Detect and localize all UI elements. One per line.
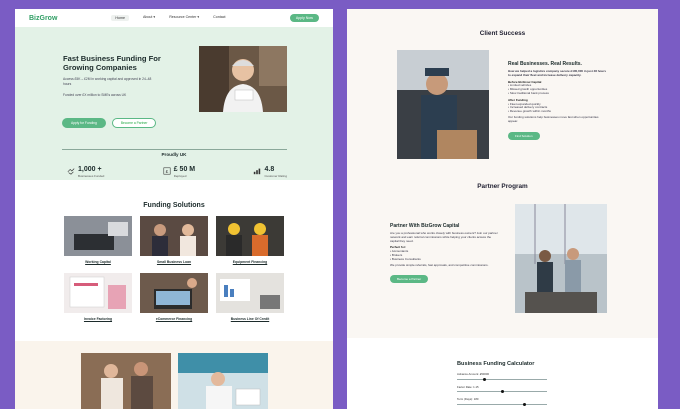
nav-links: Home About ▾ Resource Center ▾ Contact [111,15,226,21]
nav-about[interactable]: About ▾ [143,15,155,21]
pound-icon: £ [163,167,171,175]
top-nav: BizGrow Home About ▾ Resource Center ▾ C… [15,9,333,27]
client-success-heading: Real Businesses. Real Results. [508,61,582,67]
bottom-photo-team [81,353,171,409]
stat-businesses: 1,000 + Businesses Funded [67,166,104,178]
calculator-field-label: Term (Days): 180 [457,397,479,401]
card-label[interactable]: eCommerce Financing [140,317,208,321]
partner-program-title: Partner Program [477,183,528,190]
stat-value: 4.8 [264,166,275,173]
slider-track [457,403,547,405]
calculator-slider[interactable] [457,377,547,381]
find-solution-button[interactable]: Find Solution [508,131,540,140]
become-partner-button[interactable]: Become a Partner [111,118,157,128]
stat-label: Deployed [173,174,187,178]
calculator-slider[interactable] [457,390,547,393]
case-note: Our funding solutions help businesses mo… [508,114,599,123]
stat-label: Businesses Funded [78,174,105,178]
card-image [216,216,284,256]
calculator-field-label: Factor Rate: 1.15 [457,384,479,389]
handshake-icon [67,168,75,175]
slider-knob[interactable] [482,377,486,381]
svg-text:£: £ [165,169,168,175]
partner-list-item: • Business Consultants [390,256,421,261]
card-label[interactable]: Business Line Of Credit [216,317,284,321]
slider-knob[interactable] [500,390,504,393]
calculator-field: Term (Days): 180 [457,397,547,406]
funding-solutions-title: Funding Solutions [143,202,205,209]
card-label[interactable]: Small Business Loan [140,260,208,264]
nav-resource-center[interactable]: Resource Center ▾ [169,15,199,21]
partner-text: Are you a professional who works closely… [390,231,498,243]
funding-card-equipment-financing[interactable]: Equipment Financing [216,216,284,273]
card-label[interactable]: Equipment Financing [216,260,284,264]
become-partner-button[interactable]: Become a Partner [390,275,429,284]
nav-contact[interactable]: Contact [213,15,225,21]
funding-solutions-grid: Working Capital Small Business Loan Equi… [64,216,286,330]
funding-card-working-capital[interactable]: Working Capital [64,216,132,273]
partner-heading: Partner With BizGrow Capital [390,223,460,229]
calculator-title: Business Funding Calculator [457,361,535,367]
client-success-photo [397,50,489,159]
divider [62,149,287,150]
about-page-preview: Client Success Real Businesses. Real Res… [347,9,658,409]
before-item: • Slow traditional bank process [508,90,549,95]
funding-card-small-business-loan[interactable]: Small Business Loan [140,216,208,273]
partner-content: Partner With BizGrow Capital Are you a p… [390,223,498,285]
stat-deployed: £ £ 50 M Deployed [163,166,195,178]
partner-photo [515,204,607,313]
hero-section: Fast Business Funding For Growing Compan… [15,27,333,180]
slider-track [457,378,547,380]
client-success-content: Real Businesses. Real Results. How we he… [508,61,608,142]
hero-text: Access £5K – £2M in working capital and … [63,77,152,86]
funding-card-ecommerce-financing[interactable]: eCommerce Financing [140,273,208,330]
apply-now-button[interactable]: Apply Now [289,14,319,22]
card-image [140,273,208,313]
funding-card-invoice-factoring[interactable]: Invoice Factoring [64,273,132,330]
stat-rating: 4.8 Customer Rating [253,166,287,178]
calculator-field-label: Advance Amount: £50000 [457,372,490,376]
chart-icon [254,168,261,175]
calculator-slider[interactable] [457,402,547,406]
proudly-uk-label: Proudly UK [161,152,187,157]
stat-value: £ 50 M [173,166,196,173]
hero-photo [199,46,287,112]
hero-subtext: Funded over £X million to SMEs across UK [63,93,127,97]
apply-for-funding-button[interactable]: Apply for Funding [62,118,106,128]
client-success-title: Client Success [479,30,526,37]
after-item: • Revenue growth within months [508,109,551,114]
nav-home[interactable]: Home [111,15,129,21]
hero-title: Fast Business Funding For Growing Compan… [63,54,161,72]
card-image [64,216,132,256]
funding-card-line-of-credit[interactable]: Business Line Of Credit [216,273,284,330]
card-image [64,273,132,313]
case-intro: How we helped a logistics company secure… [508,69,607,77]
calculator-field: Advance Amount: £50000 [457,372,547,381]
funding-calculator: Business Funding Calculator Advance Amou… [457,361,547,406]
card-image [140,216,208,256]
card-image [216,273,284,313]
hero-buttons: Apply for Funding Become a Partner [62,118,157,128]
bottom-photo-business [178,353,268,409]
card-label[interactable]: Invoice Factoring [64,317,132,321]
calculator-field: Factor Rate: 1.15 [457,384,547,393]
logo[interactable]: BizGrow [29,15,57,22]
card-label[interactable]: Working Capital [64,260,132,264]
bottom-section [15,341,333,409]
homepage-preview: BizGrow Home About ▾ Resource Center ▾ C… [15,9,333,409]
stat-label: Customer Rating [264,174,287,178]
partner-note: We provide simple referrals, fast approv… [390,262,489,267]
slider-knob[interactable] [523,402,526,406]
stats-row: 1,000 + Businesses Funded £ £ 50 M Deploye… [67,166,287,178]
stat-value: 1,000 + [78,166,102,173]
